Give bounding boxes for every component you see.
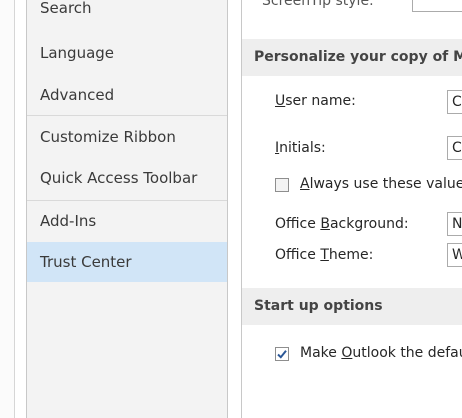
sidebar-item-advanced[interactable]: Advanced xyxy=(27,75,227,115)
sidebar-item-add-ins[interactable]: Add-Ins xyxy=(27,201,227,241)
office-theme-label: Office Theme: xyxy=(275,247,374,263)
office-theme-select[interactable]: W xyxy=(447,243,462,267)
section-startup-header: Start up options xyxy=(242,288,462,325)
initials-label: Initials: xyxy=(275,140,326,156)
always-use-label: Always use these values regardless of si… xyxy=(300,176,462,192)
user-name-input[interactable]: C xyxy=(447,90,462,114)
sidebar-item-search[interactable]: Search xyxy=(27,0,227,23)
options-content: ScreenTip style: Personalize your copy o… xyxy=(242,0,462,418)
section-personalize-header: Personalize your copy of Microsoft Offic… xyxy=(242,39,462,76)
panel-gap xyxy=(228,0,242,418)
window-left-edge xyxy=(0,0,15,418)
sidebar-item-language[interactable]: Language xyxy=(27,33,227,73)
screentip-style-label: ScreenTip style: xyxy=(262,0,374,9)
options-sidebar: Search Language Advanced Customize Ribbo… xyxy=(26,0,228,418)
user-name-label: User name: xyxy=(275,93,356,109)
make-default-label: Make Outlook the default program for E-m… xyxy=(300,345,462,361)
screentip-style-select[interactable] xyxy=(412,0,462,12)
sidebar-item-trust-center[interactable]: Trust Center xyxy=(27,242,227,282)
always-use-checkbox[interactable] xyxy=(275,178,289,192)
office-background-label: Office Background: xyxy=(275,216,409,232)
sidebar-item-quick-access-toolbar[interactable]: Quick Access Toolbar xyxy=(27,158,227,198)
initials-input[interactable]: C xyxy=(447,136,462,160)
sidebar-divider xyxy=(27,115,227,116)
checkmark-icon xyxy=(277,350,287,359)
sidebar-item-customize-ribbon[interactable]: Customize Ribbon xyxy=(27,117,227,157)
make-default-checkbox[interactable] xyxy=(275,347,289,361)
office-background-select[interactable]: N xyxy=(447,212,462,236)
